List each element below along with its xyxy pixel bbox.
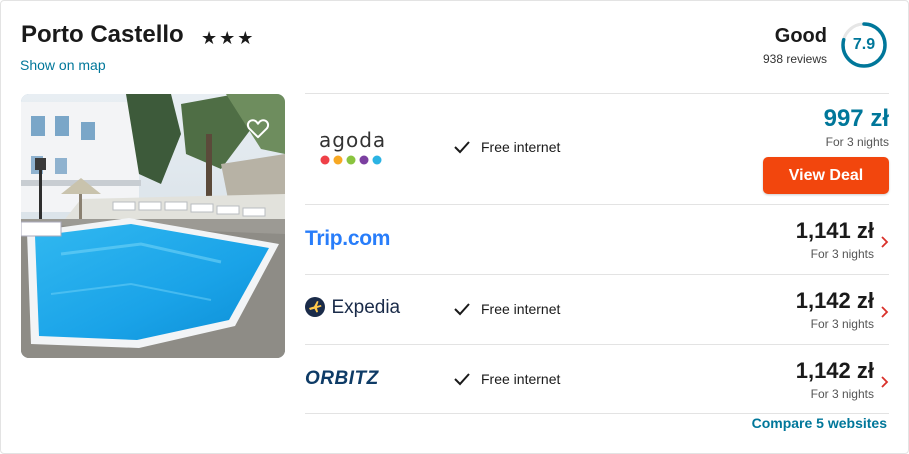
favorite-button[interactable]	[245, 115, 271, 141]
offer-row[interactable]: Expedia Free internet 1,142 zł For 3 nig…	[305, 274, 889, 344]
orbitz-logo: ORBITZ	[305, 368, 379, 389]
check-icon	[454, 303, 470, 316]
offer-price[interactable]: 1,142 zł	[796, 288, 874, 314]
feature-free-internet: Free internet	[453, 139, 560, 155]
star-rating: ★★★	[201, 28, 256, 48]
feature-label: Free internet	[481, 301, 561, 317]
offer-price[interactable]: 1,142 zł	[796, 358, 874, 384]
rating-score: 7.9	[852, 36, 876, 53]
hotel-name[interactable]: Porto Castello	[21, 21, 184, 49]
feature-label: Free internet	[481, 371, 561, 387]
agoda-logo-text: agoda	[319, 128, 387, 152]
review-count[interactable]: 938 reviews	[763, 52, 827, 66]
tripcom-logo: Trip.com	[305, 227, 391, 250]
offer-row[interactable]: ORBITZ Free internet 1,142 zł For 3 nigh…	[305, 344, 889, 414]
compare-websites-link[interactable]: Compare 5 websites	[752, 415, 887, 431]
chevron-right-icon[interactable]	[879, 305, 889, 319]
hotel-card: Porto Castello ★★★ Show on map Good 938 …	[0, 0, 909, 454]
check-icon	[454, 141, 470, 154]
view-deal-button[interactable]: View Deal	[763, 157, 889, 194]
agoda-logo: agoda	[319, 130, 389, 166]
agoda-dots	[320, 155, 382, 165]
feature-free-internet: Free internet	[453, 301, 560, 317]
feature-label: Free internet	[481, 139, 561, 155]
offers-list: agoda Free internet 997 zł For 3 nights …	[305, 93, 889, 414]
offer-nights: For 3 nights	[810, 247, 874, 261]
offer-price[interactable]: 1,141 zł	[796, 218, 874, 244]
expedia-logo: Expedia	[305, 297, 400, 319]
chevron-right-icon[interactable]	[879, 375, 889, 389]
offer-row[interactable]: agoda Free internet 997 zł For 3 nights …	[305, 93, 889, 204]
expedia-plane-icon	[305, 297, 325, 317]
offer-nights: For 3 nights	[810, 387, 874, 401]
check-icon	[454, 373, 470, 386]
offer-nights: For 3 nights	[825, 135, 889, 149]
offer-price[interactable]: 997 zł	[824, 105, 889, 133]
chevron-right-icon[interactable]	[879, 235, 889, 249]
heart-outline-icon	[246, 119, 270, 139]
rating-label: Good	[774, 25, 827, 47]
show-on-map-link[interactable]: Show on map	[20, 57, 106, 73]
expedia-logo-text: Expedia	[331, 297, 401, 318]
offer-row[interactable]: Trip.com 1,141 zł For 3 nights	[305, 204, 889, 274]
feature-free-internet: Free internet	[453, 371, 560, 387]
offer-nights: For 3 nights	[810, 317, 874, 331]
